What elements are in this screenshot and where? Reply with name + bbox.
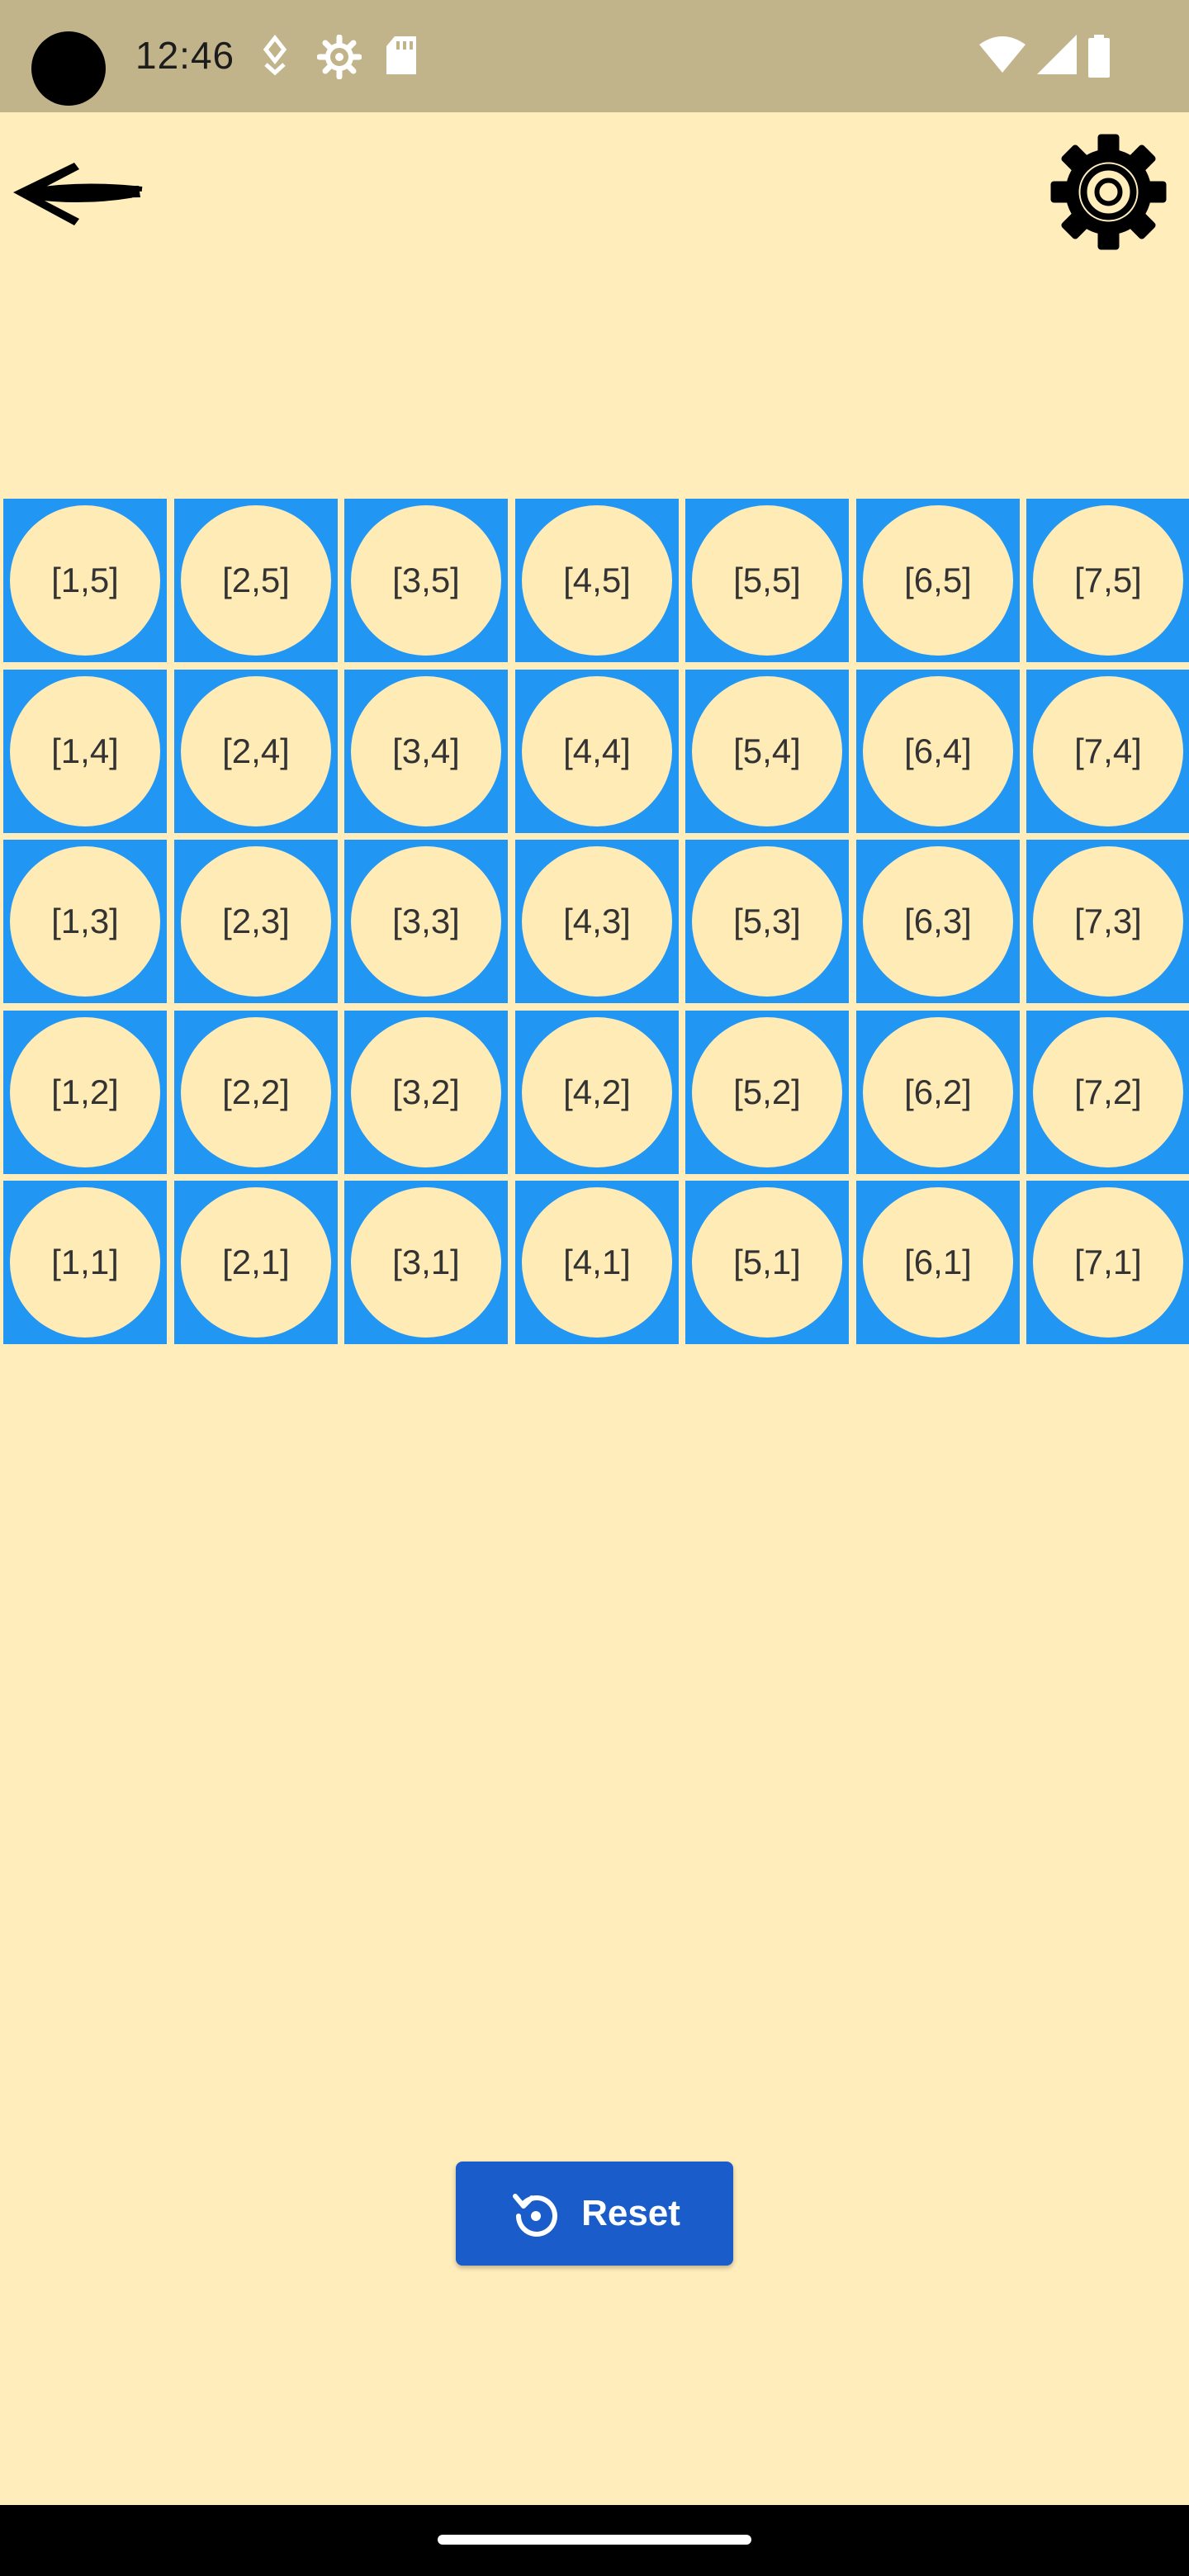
grid-cell[interactable]: [1,1]	[3, 1181, 167, 1344]
location-icon	[263, 35, 287, 76]
grid-cell[interactable]: [7,3]	[1026, 840, 1189, 1003]
grid-cell[interactable]: [7,5]	[1026, 499, 1189, 662]
reset-button[interactable]: Reset	[456, 2162, 733, 2266]
grid-cell[interactable]: [2,3]	[174, 840, 338, 1003]
grid-cell-label: [5,4]	[692, 676, 842, 826]
grid-cell-label: [2,4]	[181, 676, 331, 826]
sd-card-icon	[386, 36, 416, 74]
grid-cell-label: [7,2]	[1033, 1017, 1183, 1167]
grid-cell[interactable]: [3,5]	[344, 499, 508, 662]
grid-cell-label: [1,3]	[10, 846, 160, 997]
grid-cell-label: [6,3]	[863, 846, 1013, 997]
grid-cell[interactable]: [5,1]	[685, 1181, 849, 1344]
grid-cell-label: [5,2]	[692, 1017, 842, 1167]
grid-cell-label: [4,1]	[522, 1187, 672, 1338]
grid-cell[interactable]: [4,4]	[515, 670, 679, 833]
grid-cell-label: [1,2]	[10, 1017, 160, 1167]
grid-cell-label: [3,3]	[351, 846, 501, 997]
reset-icon	[513, 2194, 558, 2237]
grid-cell-label: [3,1]	[351, 1187, 501, 1338]
grid-cell[interactable]: [6,4]	[856, 670, 1020, 833]
grid-cell[interactable]: [6,3]	[856, 840, 1020, 1003]
grid-cell[interactable]: [4,2]	[515, 1011, 679, 1174]
grid-cell-label: [4,5]	[522, 505, 672, 656]
grid-cell[interactable]: [5,4]	[685, 670, 849, 833]
grid-cell-label: [4,3]	[522, 846, 672, 997]
grid-cell[interactable]: [7,2]	[1026, 1011, 1189, 1174]
grid-cell-label: [3,2]	[351, 1017, 501, 1167]
grid-cell-label: [2,1]	[181, 1187, 331, 1338]
grid-cell-label: [7,1]	[1033, 1187, 1183, 1338]
grid-cell-label: [5,5]	[692, 505, 842, 656]
status-bar: 12:46	[0, 0, 1189, 112]
camera-cutout	[31, 31, 106, 106]
grid-cell-label: [2,5]	[181, 505, 331, 656]
grid-cell[interactable]: [7,4]	[1026, 670, 1189, 833]
button-grid: [1,5] [2,5] [3,5] [4,5] [5,5] [6,5] [7,5] [1,4]…	[0, 495, 1189, 1346]
grid-cell[interactable]: [1,5]	[3, 499, 167, 662]
grid-cell-label: [7,3]	[1033, 846, 1183, 997]
wifi-icon	[979, 36, 1026, 73]
grid-cell-label: [6,2]	[863, 1017, 1013, 1167]
grid-cell[interactable]: [5,3]	[685, 840, 849, 1003]
grid-cell[interactable]: [3,3]	[344, 840, 508, 1003]
grid-cell[interactable]: [6,5]	[856, 499, 1020, 662]
grid-cell[interactable]: [7,1]	[1026, 1181, 1189, 1344]
arrow-left-icon[interactable]	[8, 153, 144, 231]
grid-cell-label: [5,1]	[692, 1187, 842, 1338]
grid-cell[interactable]: [3,1]	[344, 1181, 508, 1344]
reset-label: Reset	[581, 2193, 680, 2233]
grid-cell[interactable]: [6,1]	[856, 1181, 1020, 1344]
grid-cell[interactable]: [3,2]	[344, 1011, 508, 1174]
home-indicator[interactable]	[438, 2535, 751, 2545]
grid-cell[interactable]: [1,4]	[3, 670, 167, 833]
settings-icon	[317, 35, 362, 79]
grid-cell[interactable]: [4,1]	[515, 1181, 679, 1344]
grid-cell-label: [7,4]	[1033, 676, 1183, 826]
grid-cell-label: [6,1]	[863, 1187, 1013, 1338]
grid-cell[interactable]: [2,1]	[174, 1181, 338, 1344]
grid-cell[interactable]: [2,5]	[174, 499, 338, 662]
grid-cell-label: [1,1]	[10, 1187, 160, 1338]
grid-cell-label: [6,4]	[863, 676, 1013, 826]
status-time: 12:46	[135, 34, 235, 77]
grid-cell[interactable]: [6,2]	[856, 1011, 1020, 1174]
grid-cell-label: [4,4]	[522, 676, 672, 826]
grid-cell-label: [1,4]	[10, 676, 160, 826]
grid-cell[interactable]: [2,2]	[174, 1011, 338, 1174]
grid-cell[interactable]: [2,4]	[174, 670, 338, 833]
grid-cell[interactable]: [4,3]	[515, 840, 679, 1003]
app-bar	[0, 112, 1189, 277]
grid-cell[interactable]: [3,4]	[344, 670, 508, 833]
grid-cell-label: [6,5]	[863, 505, 1013, 656]
gear-icon[interactable]	[1049, 132, 1168, 252]
battery-icon	[1088, 35, 1110, 78]
grid-cell-label: [3,5]	[351, 505, 501, 656]
grid-cell-label: [4,2]	[522, 1017, 672, 1167]
grid-cell[interactable]: [5,2]	[685, 1011, 849, 1174]
grid-cell[interactable]: [5,5]	[685, 499, 849, 662]
grid-cell[interactable]: [4,5]	[515, 499, 679, 662]
grid-cell-label: [2,2]	[181, 1017, 331, 1167]
grid-cell-label: [1,5]	[10, 505, 160, 656]
grid-cell[interactable]: [1,3]	[3, 840, 167, 1003]
grid-cell-label: [3,4]	[351, 676, 501, 826]
grid-cell-label: [7,5]	[1033, 505, 1183, 656]
grid-cell-label: [2,3]	[181, 846, 331, 997]
signal-icon	[1037, 35, 1077, 74]
grid-cell[interactable]: [1,2]	[3, 1011, 167, 1174]
grid-cell-label: [5,3]	[692, 846, 842, 997]
